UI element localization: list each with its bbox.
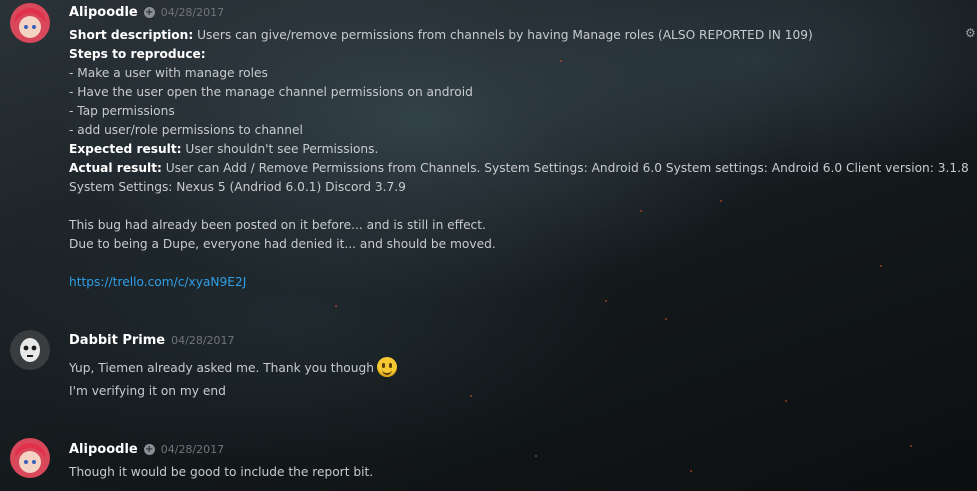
message-line: Short description: Users can give/remove…	[69, 26, 813, 45]
message-line: Yup, Tiemen already asked me. Thank you …	[69, 357, 397, 378]
field-text: User can Add / Remove Permissions from C…	[161, 161, 969, 175]
message-line: Actual result: User can Add / Remove Per…	[69, 159, 969, 178]
avatar[interactable]	[10, 330, 50, 370]
field-label: Steps to reproduce:	[69, 47, 206, 61]
smiley-emoji-icon	[376, 357, 397, 377]
plus-circle-icon: +	[143, 7, 155, 18]
avatar[interactable]	[10, 438, 50, 478]
plus-circle-icon: +	[143, 444, 155, 455]
message-text: Yup, Tiemen already asked me. Thank you …	[69, 361, 374, 375]
message-line: I'm verifying it on my end	[69, 384, 226, 398]
message-line: Expected result: User shouldn't see Perm…	[69, 140, 378, 159]
message-line: Due to being a Dupe, everyone had denied…	[69, 237, 496, 251]
message-line: Though it would be good to include the r…	[69, 465, 374, 479]
field-label: Short description:	[69, 28, 194, 42]
message-line: - Make a user with manage roles	[69, 66, 268, 80]
message-line: System Settings: Nexus 5 (Andriod 6.0.1)…	[69, 180, 406, 194]
username[interactable]: Alipoodle	[69, 442, 138, 457]
field-text: Users can give/remove permissions from c…	[193, 28, 813, 42]
username[interactable]: Dabbit Prime	[69, 333, 165, 348]
field-text: User shouldn't see Permissions.	[181, 142, 379, 156]
message-line: https://trello.com/c/xyaN9E2J	[69, 273, 246, 292]
trello-link[interactable]: https://trello.com/c/xyaN9E2J	[69, 275, 246, 289]
timestamp: 04/28/2017	[171, 334, 235, 347]
gear-icon[interactable]: ⚙	[965, 27, 977, 39]
message-line: - Have the user open the manage channel …	[69, 85, 473, 99]
message-line: Steps to reproduce:	[69, 45, 206, 64]
field-label: Actual result:	[69, 161, 162, 175]
message-line: - add user/role permissions to channel	[69, 123, 303, 137]
message-line: This bug had already been posted on it b…	[69, 218, 486, 232]
username[interactable]: Alipoodle	[69, 5, 138, 20]
avatar[interactable]	[10, 3, 50, 43]
timestamp: 04/28/2017	[160, 443, 225, 456]
timestamp: 04/28/2017	[160, 6, 225, 19]
field-label: Expected result:	[69, 142, 182, 156]
message-line: - Tap permissions	[69, 104, 175, 118]
